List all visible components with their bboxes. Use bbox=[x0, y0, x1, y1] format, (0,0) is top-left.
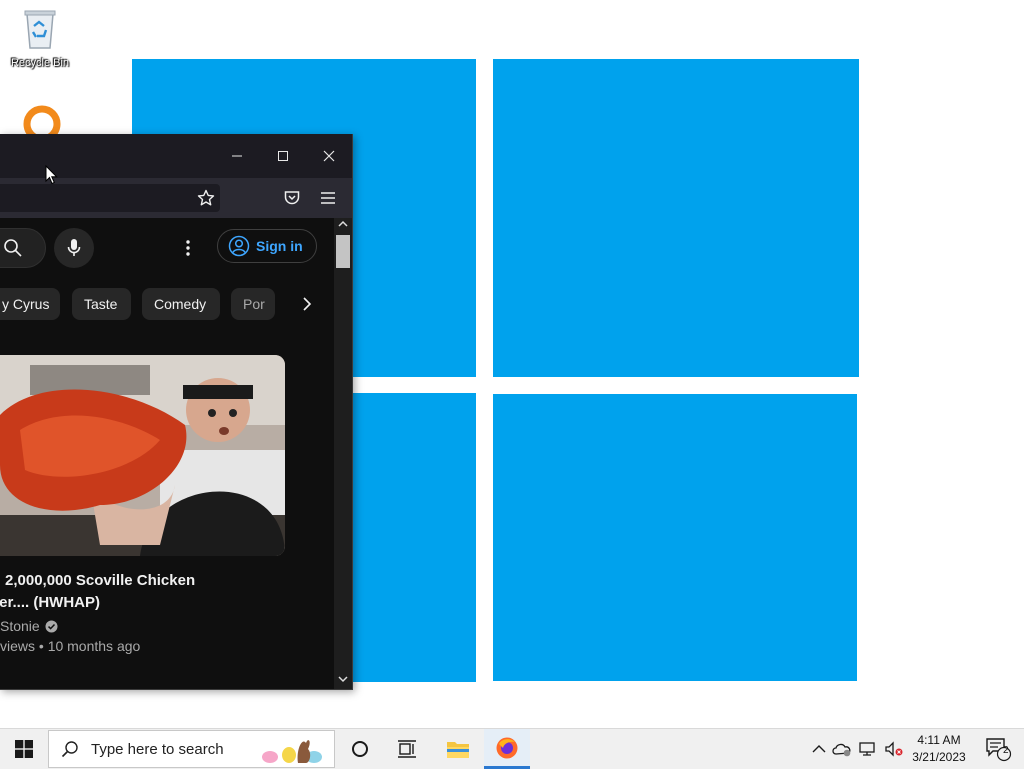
recycle-bin-icon bbox=[24, 10, 56, 49]
sign-in-button[interactable]: Sign in bbox=[217, 229, 317, 263]
video-thumbnail[interactable] bbox=[0, 355, 285, 556]
orange-ring-app-icon bbox=[23, 105, 61, 143]
folder-icon bbox=[447, 742, 469, 758]
action-center-button[interactable]: 2 bbox=[978, 729, 1018, 769]
notification-count-badge: 2 bbox=[1003, 745, 1009, 756]
star-icon bbox=[197, 189, 215, 206]
easter-eggs-decoration-icon bbox=[262, 740, 322, 763]
microphone-icon bbox=[67, 239, 81, 256]
network-icon[interactable] bbox=[858, 741, 878, 757]
more-options-button[interactable] bbox=[176, 230, 200, 266]
scroll-down-button[interactable] bbox=[334, 675, 352, 687]
channel-label: Stonie bbox=[0, 618, 40, 634]
hamburger-menu-icon bbox=[321, 192, 335, 204]
clock-time: 4:11 AM bbox=[917, 733, 961, 747]
volume-muted-icon[interactable] bbox=[884, 741, 904, 757]
video-thumbnail-image bbox=[0, 355, 285, 556]
search-icon bbox=[61, 741, 78, 758]
vertical-dots-icon bbox=[186, 240, 190, 256]
start-button[interactable] bbox=[0, 729, 48, 769]
clock-date: 3/21/2023 bbox=[912, 750, 966, 764]
video-title[interactable]: 2,000,000 Scoville Chicken der.... (HWHA… bbox=[0, 570, 320, 614]
bookmark-button[interactable] bbox=[192, 184, 220, 212]
close-icon bbox=[323, 150, 335, 162]
recycle-bin-label: Recycle Bin bbox=[10, 57, 70, 69]
recycle-bin-shortcut[interactable]: Recycle Bin bbox=[4, 6, 76, 69]
account-circle-icon bbox=[228, 235, 250, 257]
mouse-cursor-icon bbox=[45, 165, 58, 185]
cortana-circle-icon bbox=[352, 741, 368, 757]
chevron-right-icon bbox=[303, 297, 312, 311]
chevron-up-icon bbox=[338, 220, 348, 227]
youtube-search-button[interactable] bbox=[0, 228, 46, 268]
pocket-icon bbox=[284, 191, 300, 205]
video-metadata: views • 10 months ago bbox=[0, 638, 141, 654]
scroll-thumb[interactable] bbox=[336, 235, 350, 268]
search-placeholder: Type here to search bbox=[91, 740, 224, 758]
pocket-button[interactable] bbox=[278, 184, 306, 212]
taskbar-clock[interactable]: 4:11 AM 3/21/2023 bbox=[906, 732, 972, 766]
minimize-button[interactable] bbox=[214, 134, 260, 178]
chips-next-button[interactable] bbox=[292, 288, 322, 320]
task-view-button[interactable] bbox=[384, 729, 430, 769]
maximize-button[interactable] bbox=[260, 134, 306, 178]
video-title-line1: 2,000,000 Scoville Chicken bbox=[5, 572, 196, 589]
wallpaper-pane-bottom-right bbox=[493, 394, 857, 681]
search-icon bbox=[4, 239, 22, 257]
sign-in-label: Sign in bbox=[256, 238, 303, 254]
chip-filter[interactable]: y Cyrus bbox=[0, 288, 60, 320]
chip-filter[interactable]: Taste bbox=[72, 288, 131, 320]
address-bar[interactable] bbox=[0, 184, 220, 212]
onedrive-cloud-icon[interactable] bbox=[832, 741, 852, 757]
youtube-page: Sign in y Cyrus Taste Comedy Por 2,000,0… bbox=[0, 218, 334, 689]
channel-name[interactable]: Stonie bbox=[0, 618, 58, 634]
chip-filter[interactable]: Por bbox=[231, 288, 275, 320]
firefox-window: Sign in y Cyrus Taste Comedy Por 2,000,0… bbox=[0, 134, 353, 690]
video-title-line2: der.... (HWHAP) bbox=[0, 594, 101, 611]
verified-badge-icon bbox=[45, 620, 58, 632]
windows-logo-icon bbox=[15, 740, 33, 758]
wallpaper-pane-top-right bbox=[493, 59, 859, 377]
app-menu-button[interactable] bbox=[314, 184, 342, 212]
system-tray bbox=[812, 729, 904, 769]
taskbar: Type here to search 4:11 AM 3/21/2023 2 bbox=[0, 728, 1024, 769]
taskbar-search-box[interactable]: Type here to search bbox=[48, 730, 335, 768]
firefox-taskbar-button[interactable] bbox=[484, 729, 530, 769]
chip-filter[interactable]: Comedy bbox=[142, 288, 220, 320]
task-view-icon bbox=[398, 740, 416, 758]
maximize-icon bbox=[278, 151, 288, 161]
chevron-down-icon bbox=[338, 676, 348, 683]
scroll-up-button[interactable] bbox=[334, 220, 352, 232]
chevron-up-icon[interactable] bbox=[812, 744, 826, 754]
firefox-icon bbox=[496, 737, 518, 758]
voice-search-button[interactable] bbox=[54, 228, 94, 268]
cortana-button[interactable] bbox=[337, 729, 383, 769]
close-button[interactable] bbox=[306, 134, 352, 178]
minimize-icon bbox=[232, 155, 242, 157]
file-explorer-button[interactable] bbox=[435, 729, 481, 769]
page-scrollbar[interactable] bbox=[334, 218, 352, 689]
